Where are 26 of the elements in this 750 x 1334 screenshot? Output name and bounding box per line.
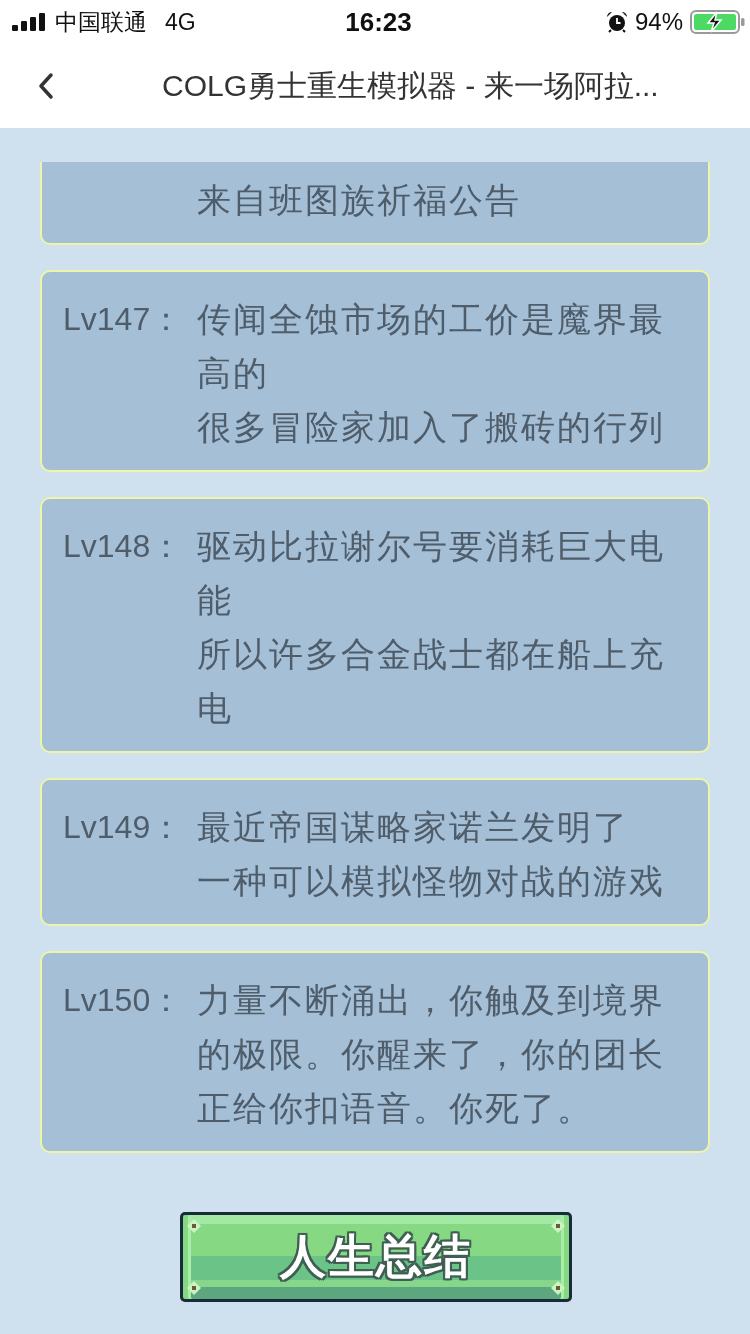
event-text: 一种可以模拟怪物对战的游戏 [197,860,666,903]
event-text: 驱动比拉谢尔号要消耗巨大电能 [197,525,666,622]
rivet-icon [187,1219,201,1233]
alarm-clock-icon [605,11,628,33]
event-text: 最近帝国谋略家诺兰发明了 [197,806,630,849]
rivet-icon [551,1219,565,1233]
signal-icon [12,13,47,31]
carrier-name: 中国联通 [55,7,147,37]
back-icon[interactable] [36,72,56,100]
event-text: 很多冒险家加入了搬砖的行列 [197,406,666,449]
event-text: 来自班图族祈福公告 [197,179,522,222]
event-text: 所以许多合金战士都在船上充电 [197,633,666,730]
event-text: 传闻全蚀市场的工价是魔界最高的 [197,298,666,395]
level-label: Lv150： [63,981,184,1020]
life-summary-button[interactable]: 人生总结 [180,1212,572,1302]
level-label: Lv149： [63,808,184,847]
event-text: 力量不断涌出，你触及到境界的极限。你醒来了，你的团长正给你扣语音。你死了。 [197,979,666,1130]
battery-percent: 94% [634,8,683,36]
rivet-icon [551,1281,565,1295]
level-label: Lv147： [63,300,184,339]
rivet-icon [187,1281,201,1295]
status-time: 16:23 [345,6,412,38]
level-label: Lv148： [63,527,184,566]
battery-charging-icon [690,10,745,34]
page-title: COLG勇士重生模拟器 - 来一场阿拉... [162,67,659,104]
network-type: 4G [165,8,196,36]
